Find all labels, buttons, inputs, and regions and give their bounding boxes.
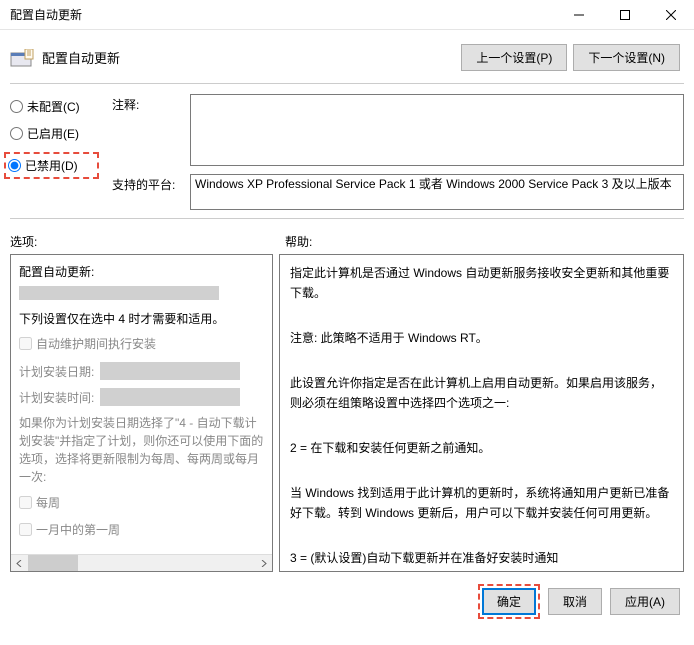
main-panels: 配置自动更新: 下列设置仅在选中 4 时才需要和适用。 自动维护期间执行安装 计… [0, 254, 694, 572]
check-first-week-label: 一月中的第一周 [36, 521, 120, 538]
install-date-select[interactable] [100, 362, 240, 380]
header: 配置自动更新 上一个设置(P) 下一个设置(N) [0, 30, 694, 79]
prev-setting-button[interactable]: 上一个设置(P) [461, 44, 567, 71]
check-auto-maintenance[interactable]: 自动维护期间执行安装 [19, 335, 264, 352]
platform-text: Windows XP Professional Service Pack 1 或… [190, 174, 684, 210]
help-panel: 指定此计算机是否通过 Windows 自动更新服务接收安全更新和其他重要下载。 … [279, 254, 684, 572]
check-weekly[interactable]: 每周 [19, 494, 264, 511]
help-p1: 指定此计算机是否通过 Windows 自动更新服务接收安全更新和其他重要下载。 [290, 263, 673, 304]
help-label: 帮助: [285, 233, 684, 250]
cancel-button[interactable]: 取消 [548, 588, 602, 615]
check-first-week-input[interactable] [19, 523, 32, 536]
options-panel: 配置自动更新: 下列设置仅在选中 4 时才需要和适用。 自动维护期间执行安装 计… [10, 254, 273, 572]
section-labels: 选项: 帮助: [0, 223, 694, 254]
radio-enabled-label: 已启用(E) [27, 125, 79, 142]
options-note: 下列设置仅在选中 4 时才需要和适用。 [19, 310, 264, 327]
radio-not-configured-label: 未配置(C) [27, 98, 80, 115]
radio-enabled[interactable]: 已启用(E) [10, 125, 100, 142]
apply-button[interactable]: 应用(A) [610, 588, 680, 615]
check-weekly-input[interactable] [19, 496, 32, 509]
options-title: 配置自动更新: [19, 263, 264, 280]
comment-label: 注释: [112, 94, 182, 113]
divider [10, 218, 684, 219]
help-p6: 3 = (默认设置)自动下载更新并在准备好安装时通知 [290, 548, 673, 568]
comment-row: 注释: [112, 94, 684, 166]
radio-disabled-label: 已禁用(D) [25, 157, 78, 174]
next-setting-button[interactable]: 下一个设置(N) [573, 44, 680, 71]
options-content: 配置自动更新: 下列设置仅在选中 4 时才需要和适用。 自动维护期间执行安装 计… [11, 255, 272, 554]
help-content: 指定此计算机是否通过 Windows 自动更新服务接收安全更新和其他重要下载。 … [280, 255, 683, 571]
install-time-label: 计划安装时间: [19, 389, 94, 406]
radio-disabled-input[interactable] [8, 159, 21, 172]
options-dropdown[interactable] [19, 286, 219, 300]
divider [10, 83, 684, 84]
install-date-field: 计划安装日期: [19, 362, 264, 380]
install-time-field: 计划安装时间: [19, 388, 264, 406]
check-auto-maintenance-label: 自动维护期间执行安装 [36, 335, 156, 352]
highlight-ok: 确定 [478, 584, 540, 619]
minimize-button[interactable] [556, 0, 602, 30]
options-para: 如果你为计划安装日期选择了"4 - 自动下载计划安装"并指定了计划，则你还可以使… [19, 414, 264, 486]
titlebar: 配置自动更新 [0, 0, 694, 30]
nav-buttons: 上一个设置(P) 下一个设置(N) [461, 44, 680, 71]
help-p4: 2 = 在下载和安装任何更新之前通知。 [290, 438, 673, 458]
config-right: 注释: 支持的平台: Windows XP Professional Servi… [112, 94, 684, 210]
maximize-button[interactable] [602, 0, 648, 30]
options-label: 选项: [10, 233, 285, 250]
platform-label: 支持的平台: [112, 174, 182, 193]
install-time-select[interactable] [100, 388, 240, 406]
platform-row: 支持的平台: Windows XP Professional Service P… [112, 174, 684, 210]
close-button[interactable] [648, 0, 694, 30]
scroll-thumb[interactable] [28, 555, 78, 571]
radio-not-configured[interactable]: 未配置(C) [10, 98, 100, 115]
options-scrollbar[interactable] [11, 554, 272, 571]
page-title: 配置自动更新 [42, 48, 453, 67]
check-auto-maintenance-input[interactable] [19, 337, 32, 350]
config-area: 未配置(C) 已启用(E) 已禁用(D) 注释: 支持的平台: Windows … [0, 88, 694, 214]
scroll-left-icon[interactable] [11, 555, 28, 571]
help-p3: 此设置允许你指定是否在此计算机上启用自动更新。如果启用该服务，则必须在组策略设置… [290, 373, 673, 414]
highlight-disabled: 已禁用(D) [4, 152, 99, 179]
radio-not-configured-input[interactable] [10, 100, 23, 113]
scroll-right-icon[interactable] [255, 555, 272, 571]
policy-icon [10, 48, 34, 68]
radio-group: 未配置(C) 已启用(E) 已禁用(D) [10, 94, 100, 210]
footer: 确定 取消 应用(A) [0, 572, 694, 631]
radio-enabled-input[interactable] [10, 127, 23, 140]
comment-input[interactable] [190, 94, 684, 166]
radio-disabled[interactable]: 已禁用(D) [8, 157, 93, 174]
check-weekly-label: 每周 [36, 494, 60, 511]
check-first-week[interactable]: 一月中的第一周 [19, 521, 264, 538]
install-date-label: 计划安装日期: [19, 363, 94, 380]
ok-button[interactable]: 确定 [482, 588, 536, 615]
scroll-track[interactable] [28, 555, 255, 571]
help-p5: 当 Windows 找到适用于此计算机的更新时，系统将通知用户更新已准备好下载。… [290, 483, 673, 524]
window-title: 配置自动更新 [10, 6, 556, 23]
help-p2: 注意: 此策略不适用于 Windows RT。 [290, 328, 673, 348]
